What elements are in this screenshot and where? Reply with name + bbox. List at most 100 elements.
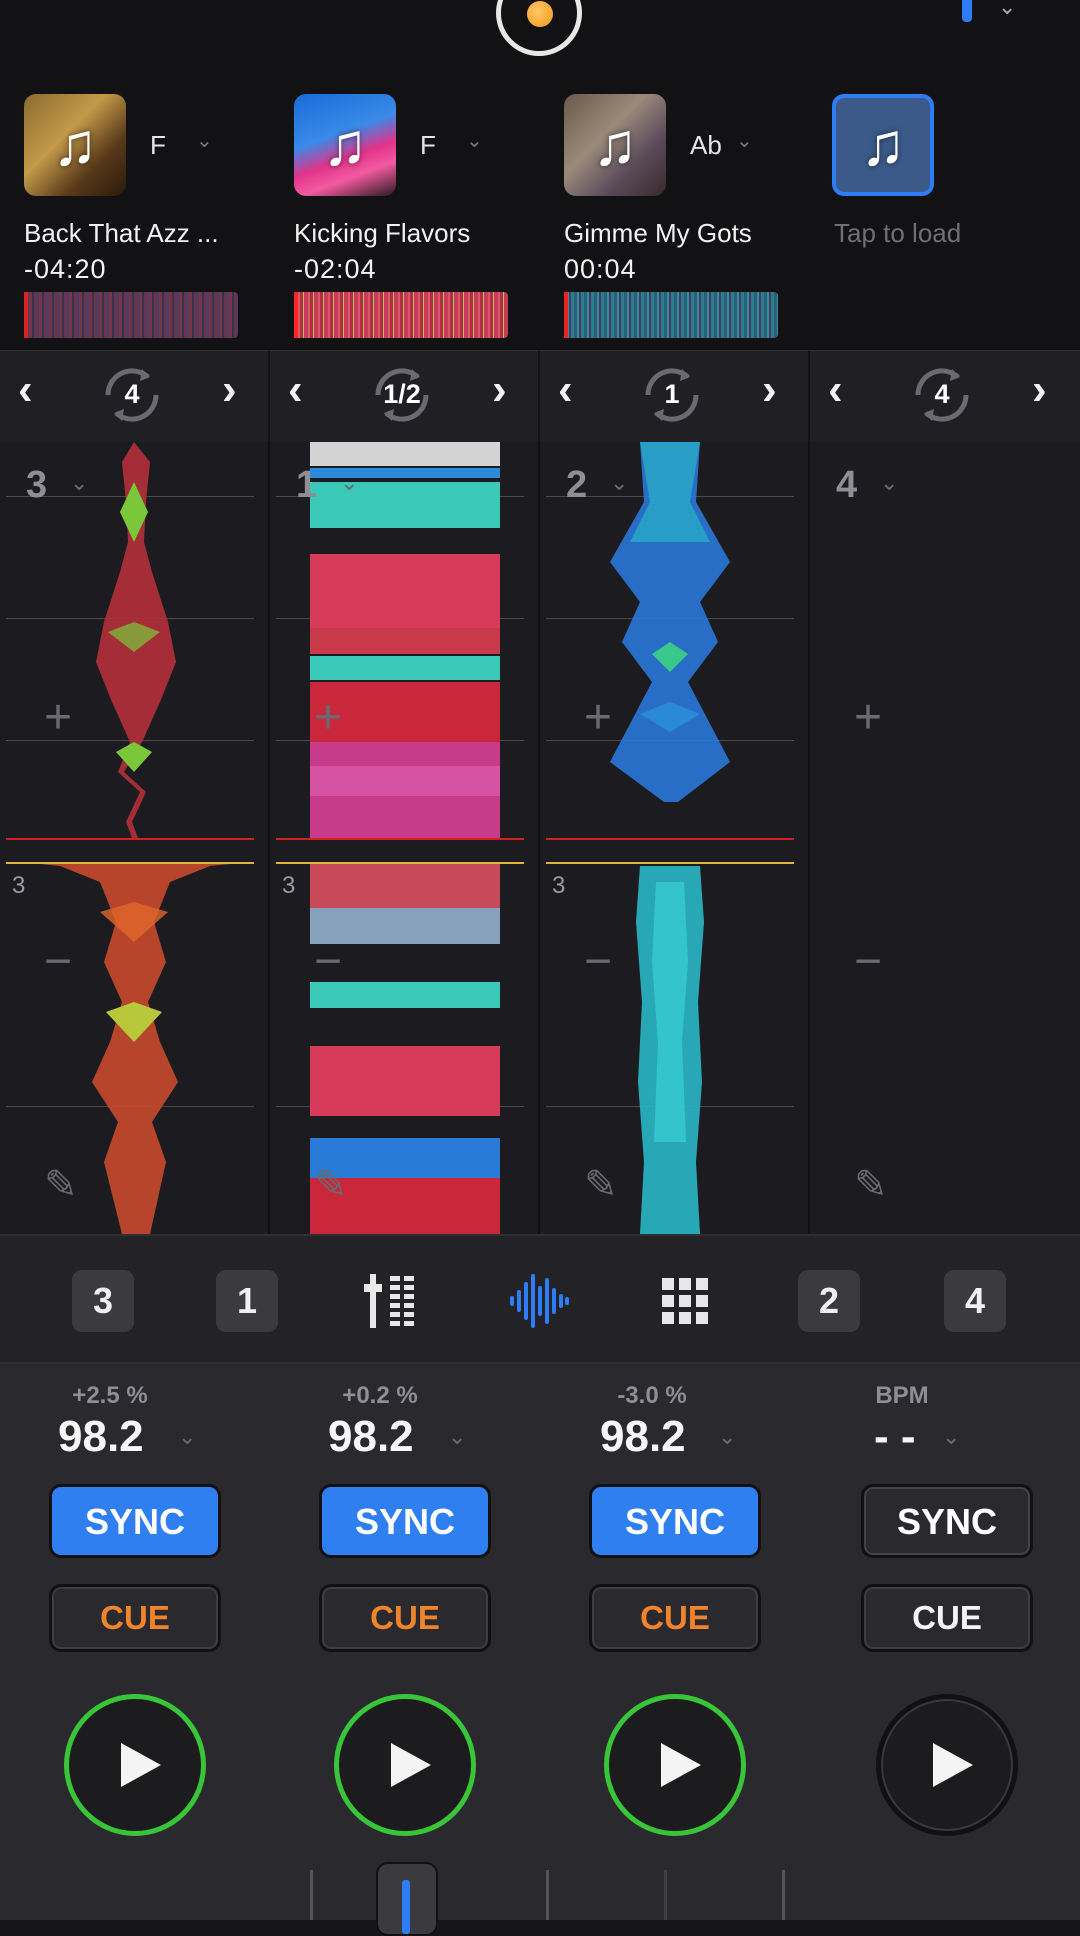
zoom-out-button[interactable]: − xyxy=(44,934,72,989)
album-art[interactable]: ♫ xyxy=(24,94,126,196)
sync-button[interactable]: SYNC xyxy=(319,1484,491,1558)
playhead xyxy=(294,292,298,338)
chevron-down-icon[interactable]: ⌄ xyxy=(466,128,483,153)
deck-number-label[interactable]: 1 xyxy=(296,464,317,507)
play-icon xyxy=(661,1743,701,1787)
crossfader-tick xyxy=(546,1870,549,1920)
loop-next-button[interactable]: › xyxy=(492,365,507,415)
deck-select-button[interactable]: 3 xyxy=(72,1270,134,1332)
track-key[interactable]: F xyxy=(150,130,166,161)
track-header-deck-3[interactable]: ♫ F ⌄ Back That Azz ... -04:20 xyxy=(0,68,270,350)
deck-number-label[interactable]: 4 xyxy=(836,464,857,507)
deck-controls: +2.5 % 98.2 ⌄ SYNC CUE +0.2 % 98.2 ⌄ SYN… xyxy=(0,1364,1080,1920)
cue-button[interactable]: CUE xyxy=(319,1584,491,1652)
loop-prev-button[interactable]: ‹ xyxy=(828,365,843,415)
loop-control-deck-3: ‹ 4 › xyxy=(0,351,270,443)
zoom-in-button[interactable]: + xyxy=(854,690,882,745)
chevron-down-icon[interactable]: ⌄ xyxy=(70,470,88,496)
loop-next-button[interactable]: › xyxy=(1032,365,1047,415)
pitch-offset: +2.5 % xyxy=(72,1382,148,1409)
loop-prev-button[interactable]: ‹ xyxy=(558,365,573,415)
deck-number-label[interactable]: 2 xyxy=(566,464,587,507)
zoom-out-button[interactable]: − xyxy=(314,934,342,989)
loop-prev-button[interactable]: ‹ xyxy=(18,365,33,415)
deck-select-button[interactable]: 2 xyxy=(798,1270,860,1332)
track-header-deck-1[interactable]: ♫ F ⌄ Kicking Flavors -02:04 xyxy=(270,68,540,350)
track-time: 00:04 xyxy=(564,254,637,284)
deck-selector-bar: 3 1 2 4 xyxy=(0,1234,1080,1364)
chevron-down-icon[interactable]: ⌄ xyxy=(998,0,1018,19)
pads-grid-icon[interactable] xyxy=(654,1270,716,1332)
loop-control-deck-4: ‹ 4 › xyxy=(810,351,1080,443)
loop-length: 1 xyxy=(664,379,680,409)
crossfader-knob[interactable] xyxy=(376,1862,438,1936)
zoom-in-button[interactable]: + xyxy=(584,690,612,745)
waveform-column-deck-3[interactable]: 3 ⌄ 3 + − ✎ xyxy=(0,442,270,1234)
pencil-edit-icon[interactable]: ✎ xyxy=(314,1162,348,1208)
deck-number-label[interactable]: 3 xyxy=(26,464,47,507)
track-key[interactable]: Ab xyxy=(690,130,722,161)
play-button[interactable] xyxy=(604,1694,746,1836)
track-header-deck-2[interactable]: ♫ Ab ⌄ Gimme My Gots 00:04 xyxy=(540,68,810,350)
waveform-column-deck-4[interactable]: 4 ⌄ + − ✎ xyxy=(810,442,1080,1234)
sync-button[interactable]: SYNC xyxy=(861,1484,1033,1558)
record-indicator-icon xyxy=(527,1,553,27)
cue-button[interactable]: CUE xyxy=(49,1584,221,1652)
tap-to-load-label[interactable]: Tap to load xyxy=(834,218,961,249)
chevron-down-icon[interactable]: ⌄ xyxy=(736,128,753,153)
album-art[interactable]: ♫ xyxy=(294,94,396,196)
crossfader-tick xyxy=(782,1870,785,1920)
cue-button[interactable]: CUE xyxy=(861,1584,1033,1652)
loop-next-button[interactable]: › xyxy=(762,365,777,415)
chevron-down-icon[interactable]: ⌄ xyxy=(178,1424,196,1450)
crossfader-tick xyxy=(664,1870,667,1920)
track-time: -02:04 xyxy=(294,254,377,284)
sync-button[interactable]: SYNC xyxy=(589,1484,761,1558)
chevron-down-icon[interactable]: ⌄ xyxy=(340,470,358,496)
pencil-edit-icon[interactable]: ✎ xyxy=(44,1162,78,1208)
zoom-out-button[interactable]: − xyxy=(584,934,612,989)
pitch-offset: -3.0 % xyxy=(617,1382,687,1409)
track-key[interactable]: F xyxy=(420,130,436,161)
pencil-edit-icon[interactable]: ✎ xyxy=(584,1162,618,1208)
play-button[interactable] xyxy=(334,1694,476,1836)
waveform-column-deck-1[interactable]: 1 ⌄ 3 + − ✎ xyxy=(270,442,540,1234)
pencil-edit-icon[interactable]: ✎ xyxy=(854,1162,888,1208)
loop-next-button[interactable]: › xyxy=(222,365,237,415)
loop-prev-button[interactable]: ‹ xyxy=(288,365,303,415)
bpm-value[interactable]: 98.2 xyxy=(58,1412,144,1462)
bpm-value[interactable]: - - xyxy=(874,1412,916,1462)
zoom-in-button[interactable]: + xyxy=(314,690,342,745)
zoom-out-button[interactable]: − xyxy=(854,934,882,989)
play-button[interactable] xyxy=(64,1694,206,1836)
chevron-down-icon[interactable]: ⌄ xyxy=(610,470,628,496)
play-button[interactable] xyxy=(876,1694,1018,1836)
waveform-column-deck-2[interactable]: 2 ⌄ 3 + − ✎ xyxy=(540,442,810,1234)
crossfader-track[interactable] xyxy=(0,1850,1080,1920)
mini-crossfader-indicator[interactable] xyxy=(962,0,972,22)
waveform-icon[interactable] xyxy=(508,1270,570,1332)
load-track-button[interactable]: ♫ xyxy=(832,94,934,196)
bpm-value[interactable]: 98.2 xyxy=(600,1412,686,1462)
sync-button[interactable]: SYNC xyxy=(49,1484,221,1558)
track-time: -04:20 xyxy=(24,254,107,284)
zoom-in-button[interactable]: + xyxy=(44,690,72,745)
track-header-deck-4[interactable]: ♫ Tap to load xyxy=(810,68,1080,350)
overview-waveform[interactable] xyxy=(24,292,238,338)
chevron-down-icon[interactable]: ⌄ xyxy=(880,470,898,496)
play-icon xyxy=(121,1743,161,1787)
cue-button[interactable]: CUE xyxy=(589,1584,761,1652)
album-art[interactable]: ♫ xyxy=(564,94,666,196)
deck-select-button[interactable]: 1 xyxy=(216,1270,278,1332)
chevron-down-icon[interactable]: ⌄ xyxy=(942,1424,960,1450)
chevron-down-icon[interactable]: ⌄ xyxy=(448,1424,466,1450)
chevron-down-icon[interactable]: ⌄ xyxy=(718,1424,736,1450)
bpm-value[interactable]: 98.2 xyxy=(328,1412,414,1462)
overview-waveform[interactable] xyxy=(294,292,508,338)
chevron-down-icon[interactable]: ⌄ xyxy=(196,128,213,153)
waveform-area: 3 ⌄ 3 + − ✎ 1 ⌄ 3 + − ✎ 2 ⌄ 3 + − ✎ 4 ⌄ … xyxy=(0,442,1080,1234)
deck-select-button[interactable]: 4 xyxy=(944,1270,1006,1332)
mixer-icon[interactable] xyxy=(364,1270,426,1332)
cue-marker-line xyxy=(6,862,254,864)
overview-waveform[interactable] xyxy=(564,292,778,338)
